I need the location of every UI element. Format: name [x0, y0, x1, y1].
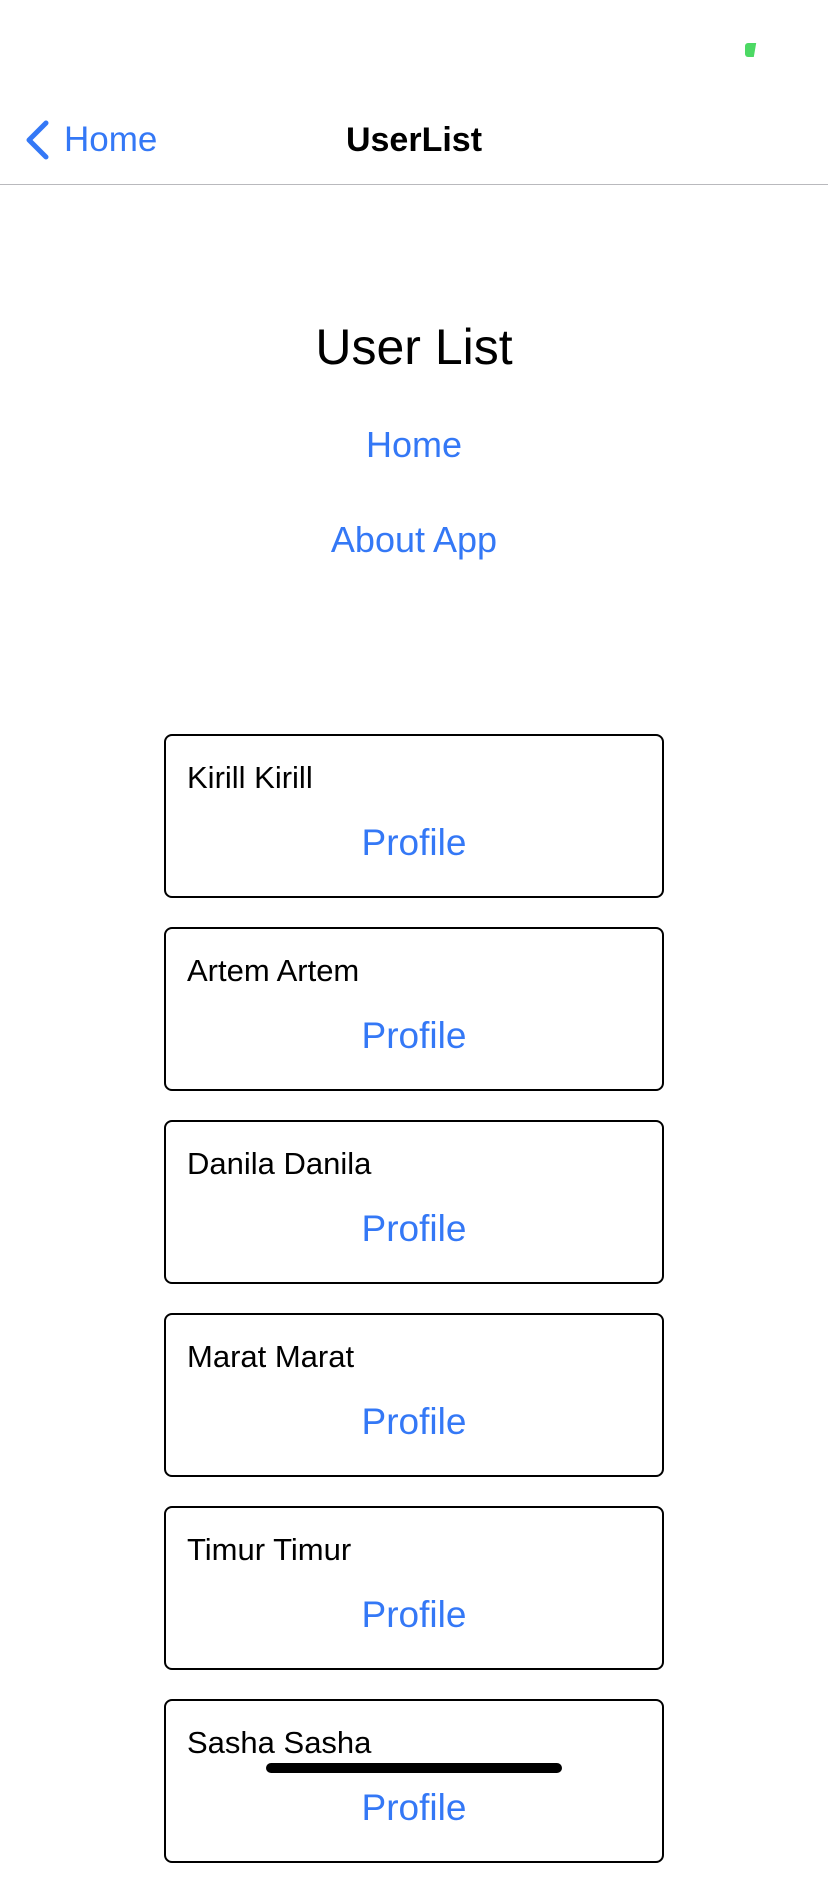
profile-button[interactable]: Profile [362, 1208, 467, 1249]
home-link-row: Home [0, 420, 828, 470]
profile-button[interactable]: Profile [362, 1401, 467, 1442]
user-card: Kirill Kirill Profile [164, 734, 664, 898]
user-name: Kirill Kirill [187, 760, 313, 795]
profile-button[interactable]: Profile [362, 822, 467, 863]
user-card: Sasha Sasha Profile [164, 1699, 664, 1863]
user-name: Timur Timur [187, 1532, 352, 1567]
profile-button[interactable]: Profile [362, 1015, 467, 1056]
user-list: Kirill Kirill Profile Artem Artem Profil… [164, 734, 664, 1892]
navigation-bar: Home UserList [0, 96, 828, 185]
back-button-label: Home [64, 120, 158, 159]
user-card: Timur Timur Profile [164, 1506, 664, 1670]
about-app-link[interactable]: About App [331, 519, 497, 560]
user-name: Marat Marat [187, 1339, 355, 1374]
user-name: Danila Danila [187, 1146, 372, 1181]
user-card: Marat Marat Profile [164, 1313, 664, 1477]
user-card: Danila Danila Profile [164, 1120, 664, 1284]
chevron-left-icon [26, 120, 49, 160]
profile-button[interactable]: Profile [362, 1787, 467, 1828]
status-bar [0, 0, 828, 96]
home-link[interactable]: Home [366, 424, 462, 465]
user-name: Sasha Sasha [187, 1725, 372, 1760]
home-indicator[interactable] [266, 1763, 562, 1773]
battery-icon [745, 43, 761, 57]
page-title: User List [315, 319, 513, 375]
about-app-link-row: About App [0, 515, 828, 565]
user-name: Artem Artem [187, 953, 360, 988]
back-button[interactable]: Home [24, 96, 157, 184]
user-card: Artem Artem Profile [164, 927, 664, 1091]
profile-button[interactable]: Profile [362, 1594, 467, 1635]
